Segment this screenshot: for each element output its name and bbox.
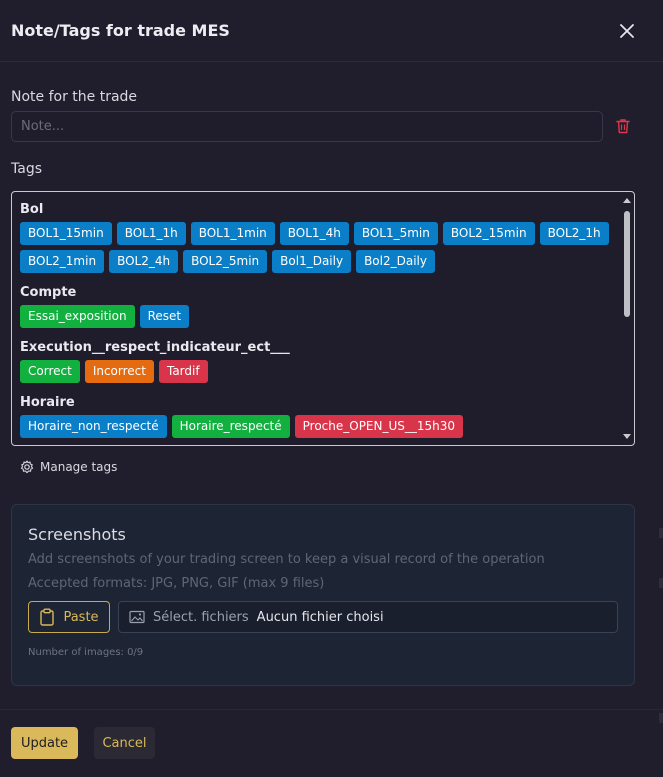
update-button[interactable]: Update bbox=[11, 727, 78, 759]
tag-chip[interactable]: Horaire_non_respecté bbox=[20, 415, 167, 438]
paste-button[interactable]: Paste bbox=[28, 601, 110, 633]
gear-icon bbox=[20, 460, 34, 474]
screenshots-description: Add screenshots of your trading screen t… bbox=[28, 552, 545, 567]
tag-chip[interactable]: BOL2_4h bbox=[109, 250, 179, 273]
file-select-label: Sélect. fichiers bbox=[153, 609, 249, 625]
file-none-label: Aucun fichier choisi bbox=[256, 609, 384, 625]
tag-chip[interactable]: BOL1_5min bbox=[353, 222, 438, 245]
tag-chip[interactable]: BOL1_15min bbox=[20, 222, 112, 245]
screenshots-title: Screenshots bbox=[28, 525, 126, 544]
scroll-down-icon[interactable] bbox=[623, 432, 631, 440]
trash-icon[interactable] bbox=[614, 117, 632, 135]
manage-tags-button[interactable]: Manage tags bbox=[20, 458, 117, 476]
tags-scrollbar[interactable] bbox=[621, 193, 633, 444]
trade-note-tags-modal: Note/Tags for trade MES Note for the tra… bbox=[0, 0, 663, 777]
manage-tags-label: Manage tags bbox=[40, 460, 118, 474]
close-icon[interactable] bbox=[616, 20, 638, 42]
footer-divider bbox=[0, 709, 663, 710]
screenshots-formats: Accepted formats: JPG, PNG, GIF (max 9 f… bbox=[28, 576, 325, 591]
tag-group-title: Bol bbox=[20, 202, 44, 217]
background-edge bbox=[659, 528, 663, 538]
tag-chip[interactable]: BOL1_4h bbox=[279, 222, 349, 245]
tag-chip[interactable]: Proche_OPEN_US__15h30 bbox=[294, 415, 464, 438]
tag-group-chips: BOL1_15min BOL1_1h BOL1_1min BOL1_4h BOL1_5m… bbox=[20, 222, 616, 273]
tags-label: Tags bbox=[11, 161, 42, 177]
modal-header: Note/Tags for trade MES bbox=[0, 0, 663, 62]
note-input[interactable] bbox=[11, 111, 603, 142]
cancel-button[interactable]: Cancel bbox=[94, 727, 155, 759]
file-chooser[interactable]: Sélect. fichiers Aucun fichier choisi bbox=[118, 601, 618, 633]
tag-chip[interactable]: Reset bbox=[139, 305, 190, 328]
tag-chip[interactable]: Incorrect bbox=[84, 360, 154, 383]
tag-group-title: Execution__respect_indicateur_ect___ bbox=[20, 340, 290, 355]
tag-chip[interactable]: Tardif bbox=[158, 360, 208, 383]
tag-chip[interactable]: BOL2_1h bbox=[539, 222, 609, 245]
paste-label: Paste bbox=[63, 609, 99, 625]
tag-chip[interactable]: BOL1_1min bbox=[190, 222, 275, 245]
tag-chip[interactable]: Bol1_Daily bbox=[272, 250, 352, 273]
tag-chip[interactable]: BOL2_1min bbox=[20, 250, 105, 273]
background-edge bbox=[659, 578, 663, 588]
scroll-up-icon[interactable] bbox=[623, 197, 631, 205]
clipboard-icon bbox=[40, 608, 55, 626]
tag-group-title: Horaire bbox=[20, 395, 75, 410]
tag-group-chips: Correct Incorrect Tardif bbox=[20, 360, 616, 383]
tag-chip[interactable]: Bol2_Daily bbox=[356, 250, 435, 273]
image-count: Number of images: 0/9 bbox=[28, 647, 144, 658]
tag-chip[interactable]: BOL2_15min bbox=[442, 222, 535, 245]
tag-chip[interactable]: Horaire_respecté bbox=[171, 415, 290, 438]
tag-chip[interactable]: BOL1_1h bbox=[116, 222, 186, 245]
note-label: Note for the trade bbox=[11, 89, 138, 105]
tags-list[interactable]: Bol BOL1_15min BOL1_1h BOL1_1min BOL1_4h BOL1… bbox=[11, 191, 635, 446]
tags-groups: Bol BOL1_15min BOL1_1h BOL1_1min BOL1_4h BOL1… bbox=[20, 200, 616, 445]
tag-group-chips: Essai_exposition Reset bbox=[20, 305, 616, 328]
scrollbar-thumb[interactable] bbox=[624, 211, 630, 317]
image-icon bbox=[129, 610, 145, 624]
tag-group-chips: Horaire_non_respecté Horaire_respecté Proc… bbox=[20, 415, 616, 438]
modal-title: Note/Tags for trade MES bbox=[11, 21, 230, 40]
tag-chip[interactable]: Correct bbox=[20, 360, 80, 383]
background-edge bbox=[659, 713, 663, 723]
tag-chip[interactable]: BOL2_5min bbox=[183, 250, 268, 273]
screenshots-panel: Screenshots Add screenshots of your trad… bbox=[11, 504, 635, 686]
tag-group-title: Compte bbox=[20, 285, 77, 300]
tag-chip[interactable]: Essai_exposition bbox=[20, 305, 135, 328]
